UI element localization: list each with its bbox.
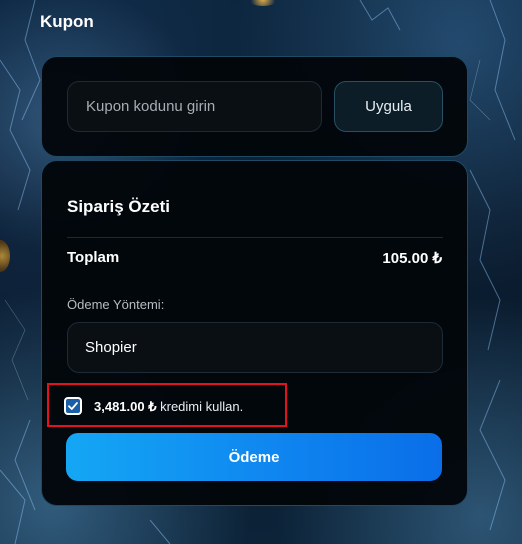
payment-method-value: Shopier <box>85 339 137 356</box>
apply-coupon-button[interactable]: Uygula <box>334 81 443 132</box>
coupon-card: Uygula <box>41 56 468 157</box>
total-label: Toplam <box>67 249 120 266</box>
pay-button[interactable]: Ödeme <box>66 433 442 481</box>
credit-text: kredimi kullan. <box>156 399 244 414</box>
order-summary-title: Sipariş Özeti <box>67 197 170 216</box>
use-credit-label[interactable]: 3,481.00 ₺ kredimi kullan. <box>94 399 243 415</box>
coupon-code-input[interactable] <box>67 81 322 132</box>
payment-method-label: Ödeme Yöntemi: <box>67 297 165 312</box>
coupon-section-title: Kupon <box>40 12 94 31</box>
use-credit-checkbox[interactable] <box>64 397 82 415</box>
payment-method-select[interactable]: Shopier <box>67 322 443 373</box>
divider <box>67 237 443 238</box>
credit-amount: 3,481.00 ₺ <box>94 399 157 414</box>
total-value: 105.00 ₺ <box>382 250 442 267</box>
check-icon <box>68 402 78 410</box>
